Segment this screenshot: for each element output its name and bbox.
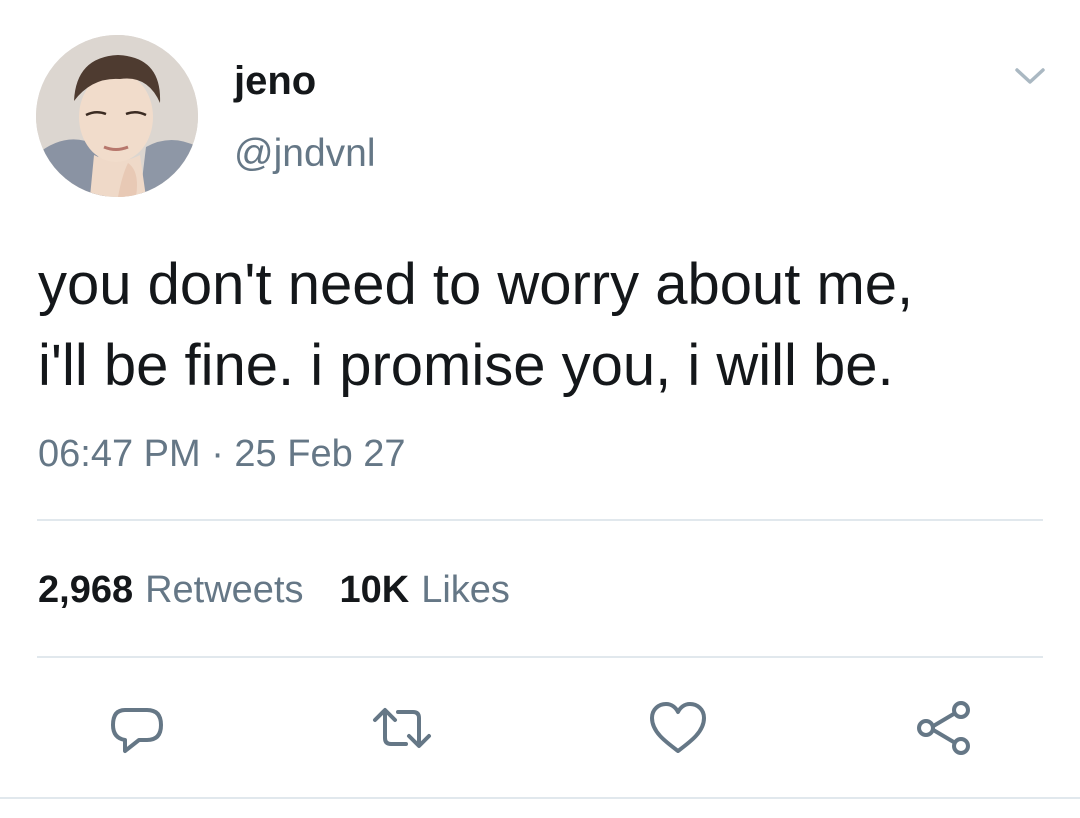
user-handle[interactable]: @jndvnl — [234, 130, 376, 178]
retweet-icon — [373, 708, 431, 748]
display-name[interactable]: jeno — [234, 57, 316, 105]
tweet-line: i'll be fine. i promise you, i will be. — [38, 333, 894, 398]
reply-icon — [111, 708, 163, 753]
chevron-down-icon[interactable] — [1010, 60, 1050, 92]
tweet-line: you don't need to worry about me, — [38, 252, 914, 317]
share-button[interactable] — [912, 696, 976, 760]
likes-stat[interactable]: 10K Likes — [340, 566, 510, 614]
avatar-image — [36, 35, 198, 197]
likes-label: Likes — [421, 569, 510, 611]
engagement-stats: 2,968 Retweets 10K Likes — [38, 566, 510, 614]
heart-icon — [650, 702, 706, 753]
divider — [37, 519, 1043, 521]
share-icon — [917, 701, 970, 755]
retweet-button[interactable] — [370, 696, 434, 760]
divider — [37, 656, 1043, 658]
tweet-text: you don't need to worry about me, i'll b… — [38, 244, 1048, 406]
retweets-count: 2,968 — [38, 569, 134, 611]
likes-count: 10K — [339, 569, 410, 611]
tweet-timestamp[interactable]: 06:47 PM · 25 Feb 27 — [38, 430, 406, 478]
divider — [0, 797, 1080, 799]
retweets-stat[interactable]: 2,968 Retweets — [38, 566, 304, 614]
retweets-label: Retweets — [145, 569, 304, 611]
reply-button[interactable] — [105, 696, 169, 760]
like-button[interactable] — [646, 696, 710, 760]
avatar[interactable] — [36, 35, 198, 197]
